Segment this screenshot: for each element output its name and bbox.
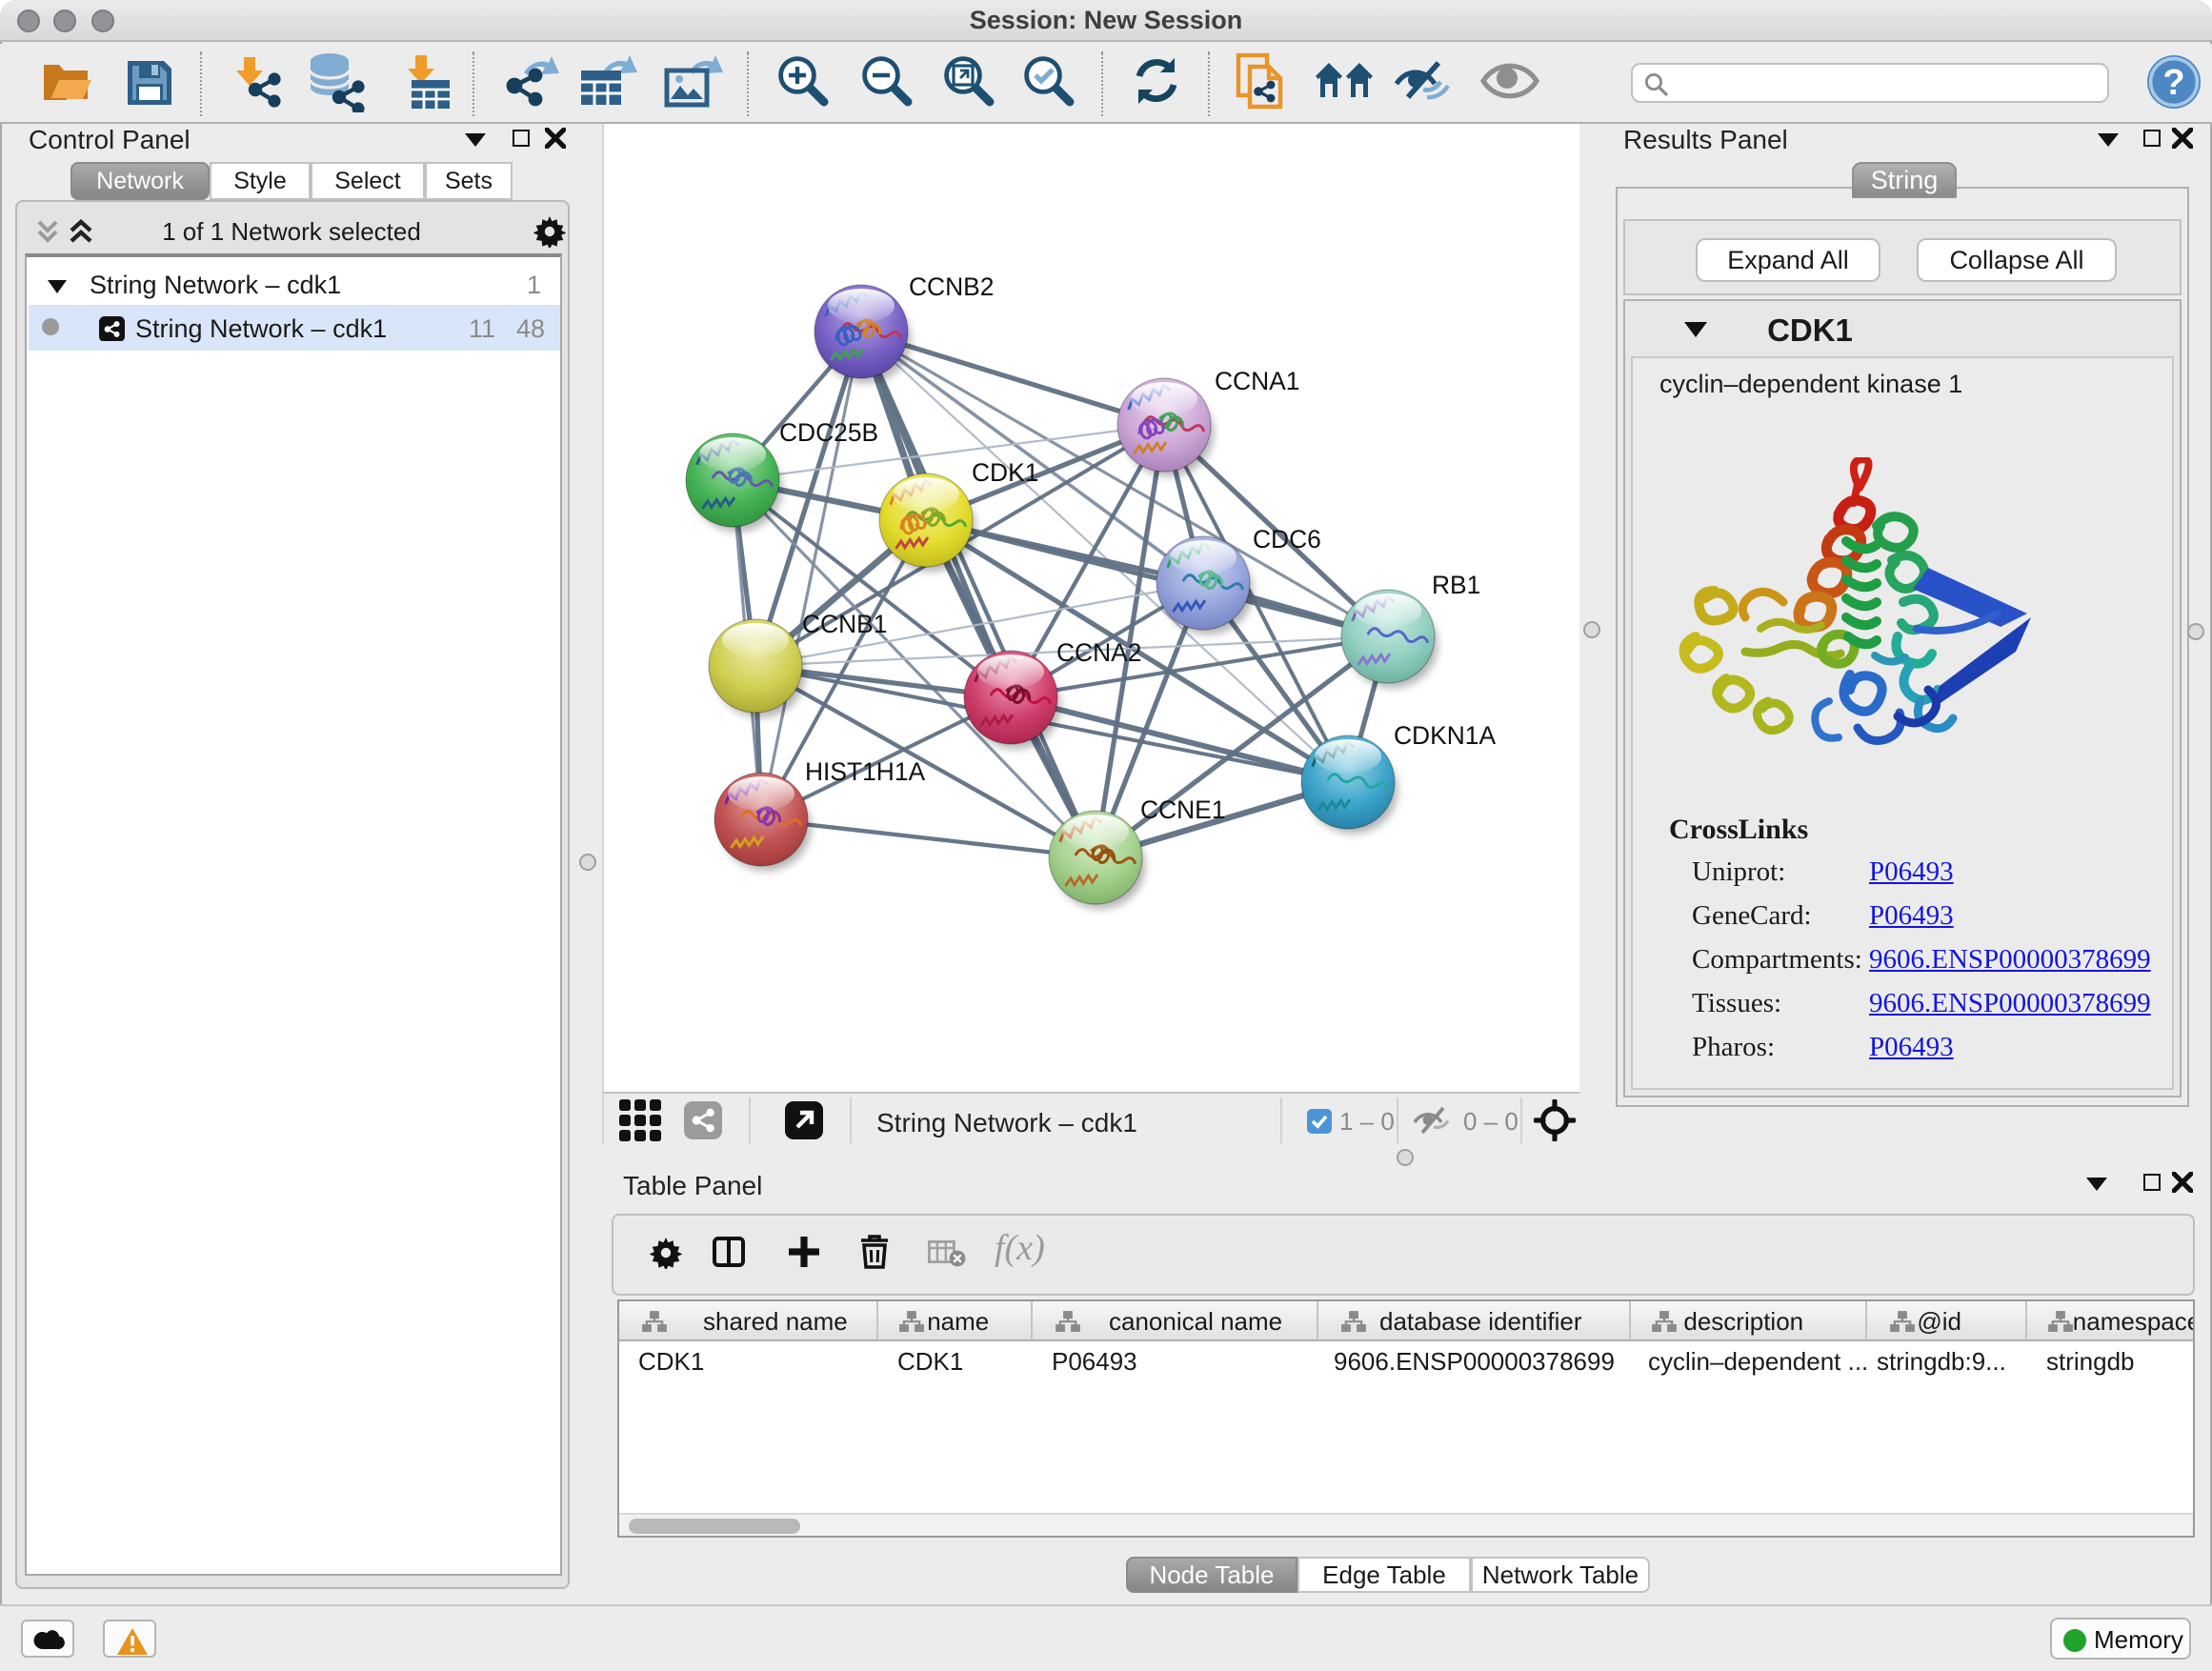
svg-text:CCNA2: CCNA2 bbox=[1056, 638, 1141, 667]
svg-text:CCNB1: CCNB1 bbox=[802, 610, 887, 638]
svg-text:CDKN1A: CDKN1A bbox=[1394, 721, 1496, 750]
svg-text:CDC6: CDC6 bbox=[1253, 525, 1321, 554]
svg-text:CCNA1: CCNA1 bbox=[1215, 367, 1299, 395]
svg-text:CCNE1: CCNE1 bbox=[1140, 795, 1225, 824]
svg-text:CDK1: CDK1 bbox=[972, 458, 1038, 487]
svg-text:RB1: RB1 bbox=[1432, 571, 1480, 599]
svg-text:HIST1H1A: HIST1H1A bbox=[805, 757, 926, 786]
svg-text:CCNB2: CCNB2 bbox=[909, 272, 994, 301]
svg-text:CDC25B: CDC25B bbox=[779, 418, 878, 447]
svg-text:?: ? bbox=[2162, 63, 2184, 103]
